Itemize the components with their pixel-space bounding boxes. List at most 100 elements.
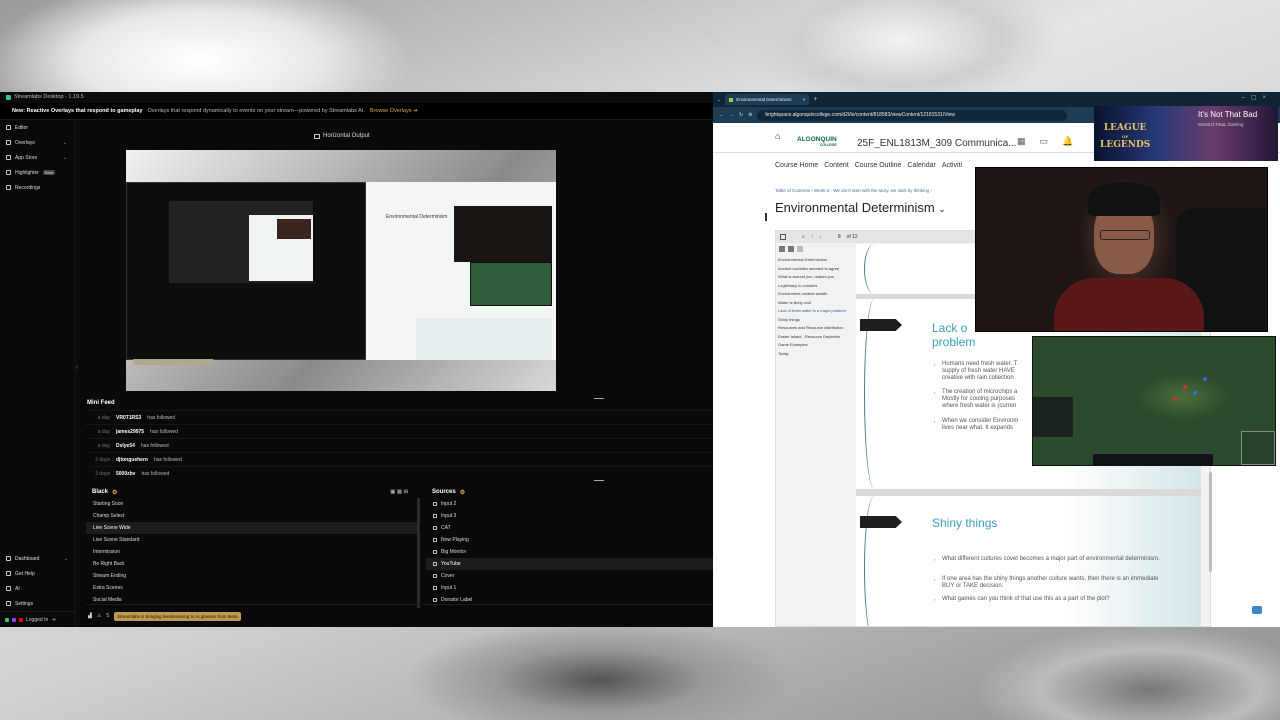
chat-icon[interactable] — [1252, 606, 1262, 614]
scene-item[interactable]: Live Scene Standard — [86, 534, 420, 546]
sidebar-item-get-help[interactable]: Get Help — [0, 566, 76, 581]
resize-handle[interactable] — [594, 480, 604, 481]
outline-item[interactable]: Ancient societies seemed to agree — [778, 266, 848, 271]
course-title[interactable]: 25F_ENL1813M_309 Communica... — [857, 138, 1017, 149]
thumbnails-icon[interactable] — [779, 245, 785, 252]
scene-item[interactable]: Stream Ending — [86, 570, 420, 582]
sidebar-item-overlays[interactable]: Overlays ⌄ — [0, 135, 75, 150]
outline-item[interactable]: Today — [778, 351, 848, 356]
toc-toggle[interactable] — [765, 213, 767, 221]
editor-main: Horizontal Output Environmental Determin… — [86, 120, 713, 627]
page-scrollbar[interactable] — [1209, 472, 1212, 572]
outline-item[interactable]: Shiny things — [778, 317, 848, 322]
browse-overlays-link[interactable]: Browse Overlays ➔ — [370, 108, 418, 114]
url-field[interactable]: brightspace.algonquincollege.com/d2l/le/… — [757, 109, 1068, 121]
outline-item[interactable]: Water is likely cool — [778, 300, 848, 305]
game-unit — [1193, 391, 1197, 395]
outline-item[interactable]: Legitimacy to colonies — [778, 283, 848, 288]
list-item[interactable]: a day VR0T1RS3 has followed — [86, 410, 713, 424]
sidebar-item-highlighter[interactable]: Highlighter Beta — [0, 165, 75, 180]
source-item[interactable]: Input 2 — [426, 498, 713, 510]
scene-tools[interactable]: ▣▤⊟ — [390, 489, 410, 495]
sidebar: Editor Overlays ⌄ App Store ⌄ Highlighte… — [0, 120, 76, 627]
prev-page-icon[interactable]: ↑ — [811, 234, 814, 240]
home-icon[interactable]: ⌂ — [775, 131, 780, 141]
sidebar-item-dashboard[interactable]: Dashboard ⌄ — [0, 551, 76, 566]
header-icons[interactable]: ▦▭🔔 — [1017, 136, 1087, 147]
reload-icon[interactable]: ↻ — [739, 112, 743, 118]
platform-icon[interactable] — [5, 617, 9, 622]
nav-content[interactable]: Content — [824, 162, 849, 169]
preview-nested-status — [133, 359, 213, 365]
outline-item[interactable]: What is around you, makes you — [778, 274, 848, 279]
sidebar-item-recordings[interactable]: Recordings — [0, 180, 75, 195]
sidebar-item-app-store[interactable]: App Store ⌄ — [0, 150, 75, 165]
scene-item[interactable]: Be Right Back — [86, 558, 420, 570]
outline-item[interactable]: Environment creates wealth — [778, 291, 848, 296]
source-item[interactable]: Input 1 — [426, 582, 713, 594]
sidebar-item-settings[interactable]: Settings — [0, 596, 76, 611]
list-item[interactable]: 3 days 5000zbv has followed — [86, 466, 713, 480]
source-item[interactable]: Cover — [426, 570, 713, 582]
new-tab-button[interactable]: + — [813, 96, 817, 103]
outline-item[interactable]: Environmental Determinism — [778, 257, 848, 262]
sidebar-item-editor[interactable]: Editor — [0, 120, 75, 135]
outline-item[interactable]: Game Examples — [778, 342, 848, 347]
list-item[interactable]: 2 days djtonguehero has followed — [86, 452, 713, 466]
tab-menu-icon[interactable]: ⌄ — [717, 97, 721, 103]
outline-item[interactable]: Lack of fresh water is a major problem — [778, 308, 848, 313]
performance-icon[interactable]: ▟ — [88, 613, 92, 619]
site-info-icon[interactable]: ⊜ — [748, 112, 752, 118]
outline-item[interactable]: Easter Island - Resource Depletion — [778, 334, 848, 339]
alert-icon[interactable]: ⚠ — [97, 613, 101, 619]
breadcrumb[interactable]: Table of Contents › Week 2 - We don't st… — [775, 188, 932, 193]
source-item-selected[interactable]: YouTube — [426, 558, 713, 570]
source-item[interactable]: Big Monitor — [426, 546, 713, 558]
sidebar-item-label: Recordings — [15, 184, 41, 191]
attachments-icon[interactable] — [797, 245, 803, 252]
sidebar-toggle-icon[interactable] — [780, 234, 786, 240]
nav-calendar[interactable]: Calendar — [907, 162, 935, 169]
list-item[interactable]: a day james29975 has followed — [86, 424, 713, 438]
scene-item[interactable]: Starting Soon — [86, 498, 420, 510]
chevron-down-icon[interactable]: ⌄ — [938, 204, 946, 214]
youtube-icon[interactable] — [19, 617, 23, 622]
chevron-left-icon[interactable]: ‹ — [76, 364, 78, 371]
forward-icon[interactable]: → — [729, 112, 734, 118]
outline-icon[interactable] — [788, 245, 794, 252]
scene-item[interactable]: Intermission — [86, 546, 420, 558]
algonquin-logo[interactable]: ALGONQUIN COLLEGE — [797, 136, 837, 147]
audio-icon — [433, 502, 437, 506]
twitch-icon[interactable] — [12, 617, 16, 622]
tab-environmental-determinism[interactable]: Environmental Determinism × — [725, 94, 810, 105]
monitor-icon — [314, 133, 320, 139]
source-item[interactable]: Now Playing — [426, 534, 713, 546]
news-ticker[interactable]: Streamlabs is bringing livestreaming to … — [114, 611, 241, 621]
logout-icon[interactable]: ⇥ — [51, 617, 55, 623]
scene-collection-title[interactable]: Black — [92, 489, 108, 495]
stream-preview[interactable]: Environmental Determinism — [126, 150, 556, 391]
nav-course-home[interactable]: Course Home — [775, 162, 818, 169]
scenes-scrollbar[interactable] — [417, 498, 420, 608]
window-controls[interactable]: –▢× — [1241, 94, 1272, 101]
source-item[interactable]: CAT — [426, 522, 713, 534]
sidebar-item-ai[interactable]: AI — [0, 581, 76, 596]
scene-item[interactable]: Champ Select — [86, 510, 420, 522]
next-page-icon[interactable]: ↓ — [819, 234, 822, 240]
list-item[interactable]: a day Dslye54 has followed — [86, 438, 713, 452]
gear-icon[interactable]: ⚙ — [112, 489, 117, 496]
scene-item-selected[interactable]: Live Scene Wide — [86, 522, 420, 534]
scene-item[interactable]: Extra Scenes — [86, 582, 420, 594]
back-icon[interactable]: ← — [719, 112, 724, 118]
nav-course-outline[interactable]: Course Outline — [855, 162, 902, 169]
webcam-person-hair — [1088, 182, 1160, 216]
search-icon[interactable]: ⌕ — [802, 234, 805, 240]
source-item[interactable]: Input 3 — [426, 510, 713, 522]
gear-icon[interactable]: ⚙ — [460, 489, 465, 496]
outline-item[interactable]: Resources and Resource distribution — [778, 325, 848, 330]
page-number-input[interactable]: 8 — [838, 234, 841, 240]
sidebar-item-label: Editor — [15, 124, 29, 131]
close-icon[interactable]: × — [803, 97, 806, 102]
nav-activities[interactable]: Activiti — [942, 162, 962, 169]
page-title[interactable]: Environmental Determinism ⌄ — [775, 200, 946, 215]
